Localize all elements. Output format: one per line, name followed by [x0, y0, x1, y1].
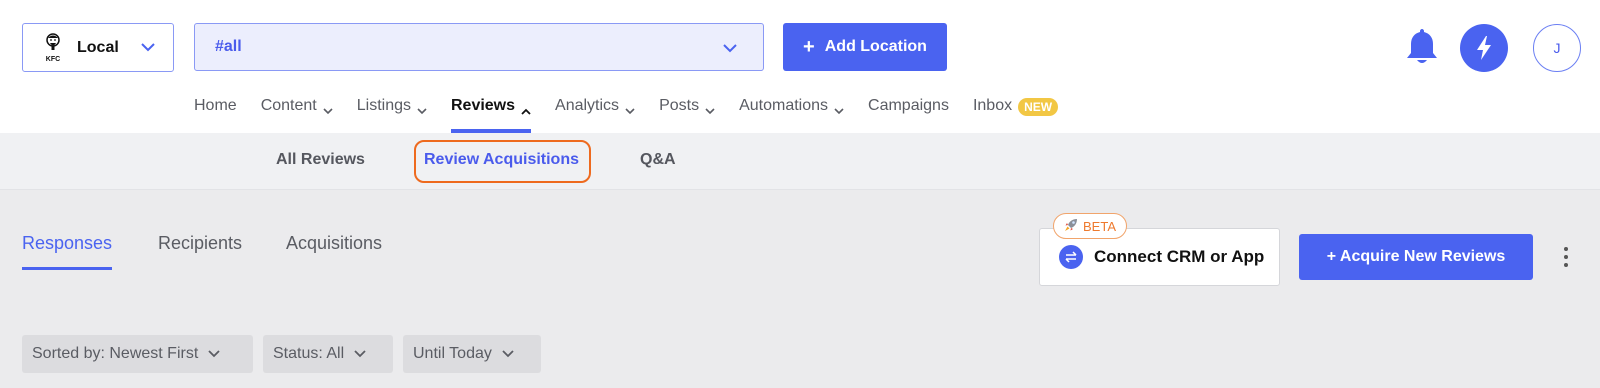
- nav-item-posts[interactable]: Posts: [659, 88, 715, 133]
- chevron-down-icon: [625, 102, 635, 120]
- reviews-subnav: All Reviews Review Acquisitions Q&A: [0, 133, 1600, 190]
- content-area: Responses Recipients Acquisitions Connec…: [0, 190, 1600, 388]
- location-tag-select[interactable]: #all: [194, 23, 764, 71]
- chevron-down-icon: [354, 345, 366, 363]
- kfc-logo-icon: KFC: [41, 32, 65, 64]
- main-nav: Home Content Listings Reviews Analytics …: [194, 88, 1082, 133]
- chevron-down-icon: [323, 102, 333, 120]
- add-location-label: Add Location: [824, 38, 927, 55]
- brand-name: Local: [77, 38, 119, 56]
- chevron-down-icon: [208, 345, 220, 363]
- tab-acquisitions[interactable]: Acquisitions: [286, 233, 382, 254]
- beta-label: BETA: [1083, 218, 1116, 234]
- tab-recipients[interactable]: Recipients: [158, 233, 242, 254]
- tag-select-value: #all: [215, 38, 242, 55]
- top-bar: KFC Local #all + Add Location J Home Con…: [0, 0, 1600, 133]
- bolt-icon[interactable]: [1460, 24, 1508, 72]
- sort-filter[interactable]: Sorted by: Newest First: [22, 335, 253, 373]
- nav-item-home[interactable]: Home: [194, 88, 237, 133]
- nav-item-inbox[interactable]: Inbox NEW: [973, 88, 1059, 133]
- nav-item-automations[interactable]: Automations: [739, 88, 844, 133]
- nav-item-reviews[interactable]: Reviews: [450, 88, 532, 133]
- nav-item-content[interactable]: Content: [261, 88, 333, 133]
- bell-icon[interactable]: [1405, 27, 1439, 67]
- nav-item-listings[interactable]: Listings: [357, 88, 427, 133]
- swap-arrows-icon: [1059, 245, 1083, 269]
- add-location-button[interactable]: + Add Location: [783, 23, 947, 71]
- status-filter[interactable]: Status: All: [263, 335, 393, 373]
- date-filter[interactable]: Until Today: [403, 335, 541, 373]
- chevron-down-icon: [502, 345, 514, 363]
- chevron-down-icon: [141, 43, 155, 52]
- nav-item-analytics[interactable]: Analytics: [555, 88, 635, 133]
- rocket-icon: [1064, 218, 1078, 235]
- chevron-down-icon: [417, 102, 427, 120]
- subnav-review-acquisitions[interactable]: Review Acquisitions: [424, 151, 579, 169]
- new-badge: NEW: [1018, 98, 1059, 116]
- connect-crm-label: Connect CRM or App: [1094, 247, 1265, 266]
- chevron-down-icon: [705, 102, 715, 120]
- plus-icon: +: [803, 36, 815, 58]
- subnav-qa[interactable]: Q&A: [640, 151, 676, 169]
- tab-responses[interactable]: Responses: [22, 233, 113, 270]
- beta-badge: BETA: [1053, 213, 1127, 239]
- brand-selector[interactable]: KFC Local: [22, 23, 174, 72]
- chevron-up-icon: [521, 102, 531, 120]
- chevron-down-icon: [834, 102, 844, 120]
- nav-item-campaigns[interactable]: Campaigns: [868, 88, 949, 133]
- svg-text:KFC: KFC: [46, 56, 60, 63]
- subnav-all-reviews[interactable]: All Reviews: [276, 151, 365, 169]
- acquire-new-reviews-button[interactable]: + Acquire New Reviews: [1299, 234, 1533, 280]
- more-options-icon[interactable]: [1556, 242, 1576, 272]
- user-avatar[interactable]: J: [1533, 24, 1581, 72]
- chevron-down-icon: [723, 40, 737, 58]
